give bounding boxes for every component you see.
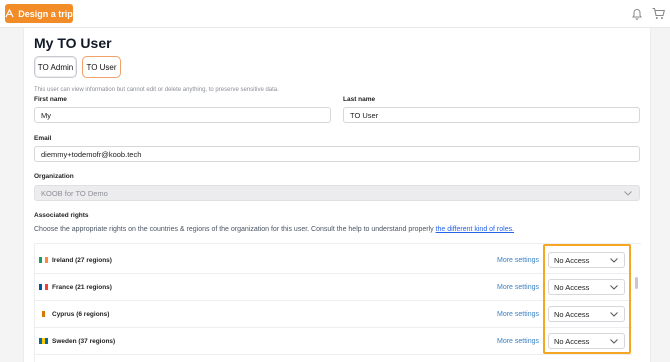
design-trip-label: Design a trip (18, 8, 73, 19)
chevron-down-icon (610, 258, 618, 263)
list-item: Sweden (37 regions) More settings No Acc… (34, 328, 632, 355)
country-name: France (21 regions) (52, 283, 112, 291)
organization-value: KOOB for TO Demo (41, 188, 108, 198)
permission-notice: This user can view information but canno… (34, 87, 279, 93)
last-name-field[interactable]: TO User (343, 107, 640, 123)
bell-icon[interactable] (631, 7, 643, 20)
access-select[interactable]: No Access (548, 333, 625, 349)
email-field[interactable]: diemmy+todemofr@koob.tech (34, 146, 640, 162)
more-settings-link[interactable]: More settings (497, 338, 539, 345)
france-flag-icon (39, 284, 48, 290)
organization-label: Organization (34, 173, 74, 180)
access-select[interactable]: No Access (548, 279, 625, 295)
cyprus-flag-icon (39, 311, 48, 317)
organization-select: KOOB for TO Demo (34, 185, 640, 201)
list-item: Cyprus (6 regions) More settings No Acce… (34, 301, 632, 328)
chevron-down-icon (610, 285, 618, 290)
sweden-flag-icon (39, 338, 48, 344)
email-label: Email (34, 135, 52, 142)
list-item: Ireland (27 regions) More settings No Ac… (34, 247, 632, 274)
country-name: Sweden (37 regions) (52, 337, 116, 345)
country-name: Cyprus (6 regions) (52, 310, 110, 318)
associated-rights-title: Associated rights (34, 212, 89, 219)
rights-help-text: Choose the appropriate rights on the cou… (34, 226, 515, 233)
page-title: My TO User (34, 35, 112, 51)
first-name-field[interactable]: My (34, 107, 331, 123)
chevron-down-icon (610, 339, 618, 344)
more-settings-link[interactable]: More settings (497, 284, 539, 291)
chevron-down-icon (610, 312, 618, 317)
access-select[interactable]: No Access (548, 306, 625, 322)
list-item: France (21 regions) More settings No Acc… (34, 274, 632, 301)
more-settings-link[interactable]: More settings (497, 257, 539, 264)
scrollbar[interactable] (635, 277, 638, 289)
top-bar: Design a trip (0, 0, 670, 28)
country-name: Ireland (27 regions) (52, 256, 112, 264)
access-select[interactable]: No Access (548, 252, 625, 268)
roles-help-link[interactable]: the different kind of roles. (436, 226, 514, 233)
first-name-label: First name (34, 96, 67, 103)
chevron-down-icon (624, 191, 632, 196)
last-name-label: Last name (343, 96, 376, 103)
role-to-user-button[interactable]: TO User (82, 56, 121, 78)
design-trip-button[interactable]: Design a trip (5, 4, 73, 23)
more-settings-link[interactable]: More settings (497, 311, 539, 318)
cart-icon[interactable] (652, 7, 665, 20)
compass-icon (5, 9, 14, 18)
ireland-flag-icon (39, 257, 48, 263)
role-to-admin-button[interactable]: TO Admin (34, 56, 77, 78)
